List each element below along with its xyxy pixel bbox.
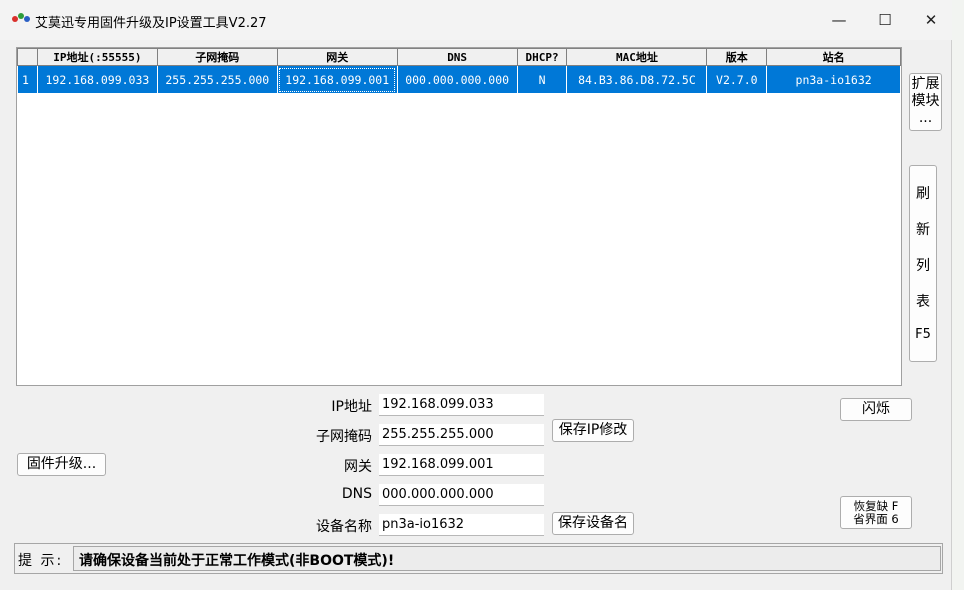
firmware-upgrade-button[interactable]: 固件升级...	[17, 453, 106, 476]
status-bar: 提 示: 请确保设备当前处于正常工作模式(非BOOT模式)!	[14, 543, 943, 574]
mask-input[interactable]	[379, 424, 544, 446]
column-header[interactable]	[17, 48, 38, 66]
cell-station[interactable]: pn3a-io1632	[766, 65, 901, 94]
cell-dns[interactable]: 000.000.000.000	[396, 65, 518, 94]
minimize-button[interactable]: —	[816, 0, 862, 40]
column-header-mac[interactable]: MAC地址	[566, 48, 708, 66]
app-window: 艾莫迅专用固件升级及IP设置工具V2.27 — ☐ ✕ IP地址(:55555)…	[0, 0, 952, 590]
save-device-name-button[interactable]: 保存设备名	[552, 512, 634, 535]
refresh-shortcut: F5	[915, 327, 931, 342]
cell-mask[interactable]: 255.255.255.000	[156, 65, 278, 94]
column-header-gateway[interactable]: 网关	[276, 48, 398, 66]
cell-version[interactable]: V2.7.0	[706, 65, 768, 94]
gateway-label: 网关	[344, 459, 372, 475]
cell-gateway[interactable]: 192.168.099.001	[276, 65, 398, 94]
refresh-list-button[interactable]: 刷 新 列 表 F5	[909, 165, 937, 362]
device-name-label: 设备名称	[316, 519, 372, 535]
refresh-char: 表	[916, 294, 930, 310]
dns-label: DNS	[341, 486, 372, 502]
table-row[interactable]: 1 192.168.099.033 255.255.255.000 192.16…	[17, 65, 901, 94]
mask-label: 子网掩码	[316, 429, 372, 445]
column-header-version[interactable]: 版本	[706, 48, 768, 66]
cell-mac[interactable]: 84.B3.86.D8.72.5C	[566, 65, 708, 94]
column-header-ip[interactable]: IP地址(:55555)	[36, 48, 158, 66]
device-name-input[interactable]	[379, 514, 544, 536]
row-number[interactable]: 1	[17, 65, 38, 94]
extension-module-button[interactable]: 扩展 模块 ...	[909, 73, 942, 131]
blink-button[interactable]: 闪烁	[840, 398, 912, 421]
column-header-station[interactable]: 站名	[766, 48, 901, 66]
ip-input[interactable]	[379, 394, 544, 416]
close-button[interactable]: ✕	[908, 0, 954, 40]
cell-ip[interactable]: 192.168.099.033	[36, 65, 158, 94]
window-title: 艾莫迅专用固件升级及IP设置工具V2.27	[35, 16, 267, 31]
column-header-mask[interactable]: 子网掩码	[156, 48, 278, 66]
restore-label-line2: 省界面 6	[853, 512, 899, 526]
maximize-button[interactable]: ☐	[862, 0, 908, 40]
cell-dhcp[interactable]: N	[516, 65, 568, 94]
table-header-row: IP地址(:55555) 子网掩码 网关 DNS DHCP? MAC地址 版本 …	[17, 48, 901, 66]
background-desktop	[952, 0, 964, 590]
refresh-char: 列	[916, 258, 930, 274]
dns-input[interactable]	[379, 484, 544, 506]
ip-label: IP地址	[331, 399, 372, 415]
app-dots-icon	[12, 13, 30, 25]
save-ip-button[interactable]: 保存IP修改	[552, 419, 634, 442]
refresh-char: 新	[916, 222, 930, 238]
column-header-dhcp[interactable]: DHCP?	[516, 48, 568, 66]
restore-default-button[interactable]: 恢复缺 F 省界面 6	[840, 496, 912, 529]
status-message: 请确保设备当前处于正常工作模式(非BOOT模式)!	[73, 546, 941, 571]
refresh-char: 刷	[916, 186, 930, 202]
device-table[interactable]: IP地址(:55555) 子网掩码 网关 DNS DHCP? MAC地址 版本 …	[16, 47, 902, 386]
status-label: 提 示:	[18, 553, 64, 569]
extension-label-line2: 模块	[911, 93, 940, 109]
extension-label-line1: 扩展	[911, 76, 940, 92]
gateway-input[interactable]	[379, 454, 544, 476]
title-bar[interactable]: 艾莫迅专用固件升级及IP设置工具V2.27 — ☐ ✕	[0, 0, 952, 40]
extension-label-line3: ...	[918, 110, 933, 126]
column-header-dns[interactable]: DNS	[396, 48, 518, 66]
